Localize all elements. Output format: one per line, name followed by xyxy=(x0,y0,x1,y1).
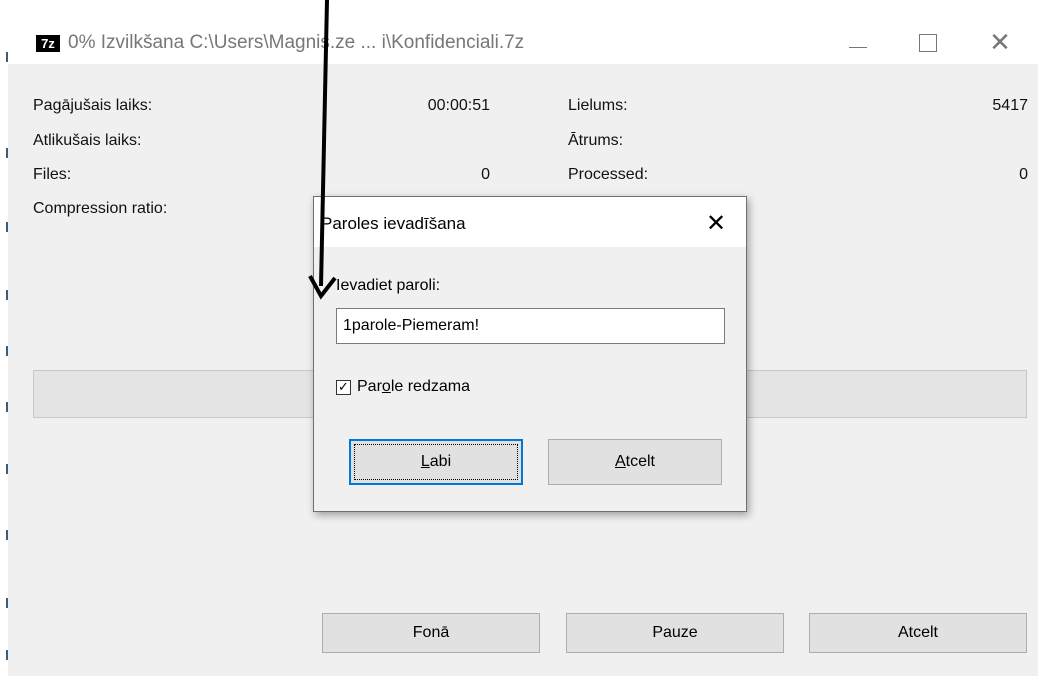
window-title: 0% Izvilkšana C:\Users\Magnis.ze ... i\K… xyxy=(68,32,525,53)
dialog-cancel-button[interactable]: Atcelt xyxy=(548,439,722,485)
processed-label: Processed: xyxy=(568,166,649,183)
remaining-time-label: Atlikušais laiks: xyxy=(33,132,142,149)
minimize-icon xyxy=(849,46,867,48)
pause-button[interactable]: Pauze xyxy=(566,613,784,653)
size-value: 5417 xyxy=(992,97,1028,114)
label-part: le redzama xyxy=(390,378,470,395)
extraction-window: 7z 0% Izvilkšana C:\Users\Magnis.ze ... … xyxy=(0,0,1038,676)
elapsed-time-value: 00:00:51 xyxy=(427,97,490,114)
close-button[interactable]: ✕ xyxy=(976,26,1024,60)
ok-button[interactable]: Labi xyxy=(349,439,523,485)
close-icon: ✕ xyxy=(989,28,1011,58)
password-dialog: Paroles ievadīšana ✕ Ievadiet paroli: ✓ … xyxy=(313,196,747,512)
processed-value: 0 xyxy=(1019,166,1028,183)
label-part: Par xyxy=(357,378,382,395)
password-prompt-label: Ievadiet paroli: xyxy=(336,277,441,294)
7zip-app-icon: 7z xyxy=(36,35,60,52)
background-button[interactable]: Fonā xyxy=(322,613,540,653)
cancel-mnemonic: A xyxy=(614,453,626,470)
edge-mark xyxy=(6,464,8,474)
show-password-checkbox[interactable]: ✓ Parole redzama xyxy=(336,376,470,398)
dialog-title: Paroles ievadīšana xyxy=(321,214,466,233)
maximize-icon xyxy=(919,34,937,52)
speed-label: Ātrums: xyxy=(568,132,624,149)
dialog-close-button[interactable]: ✕ xyxy=(698,209,734,237)
compression-ratio-label: Compression ratio: xyxy=(33,200,168,217)
dialog-title-bar[interactable]: Paroles ievadīšana ✕ xyxy=(314,197,746,247)
ok-mnemonic: L xyxy=(420,453,430,470)
edge-mark xyxy=(6,290,8,300)
ok-button-label: Labi xyxy=(354,444,518,480)
close-icon: ✕ xyxy=(705,209,727,237)
password-input[interactable] xyxy=(336,308,725,344)
ok-label-rest: abi xyxy=(429,453,452,470)
maximize-button[interactable] xyxy=(904,26,952,60)
label-mnemonic: o xyxy=(381,378,391,395)
cancel-label-rest: tcelt xyxy=(625,453,655,470)
elapsed-time-label: Pagājušais laiks: xyxy=(33,97,153,114)
edge-mark xyxy=(6,598,8,608)
edge-mark xyxy=(6,650,8,660)
edge-mark xyxy=(6,402,8,412)
edge-mark xyxy=(6,222,8,232)
edge-mark xyxy=(6,530,8,540)
edge-mark xyxy=(6,148,8,158)
files-value: 0 xyxy=(481,166,490,183)
minimize-button[interactable] xyxy=(834,26,882,60)
files-label: Files: xyxy=(33,166,72,183)
title-bar[interactable]: 7z 0% Izvilkšana C:\Users\Magnis.ze ... … xyxy=(8,0,1038,64)
edge-mark xyxy=(6,346,8,356)
desktop-edge xyxy=(0,0,8,676)
checkmark-icon: ✓ xyxy=(338,379,349,395)
size-label: Lielums: xyxy=(568,97,628,114)
checkbox-box[interactable]: ✓ xyxy=(336,379,351,395)
show-password-label: Parole redzama xyxy=(357,378,470,396)
cancel-button[interactable]: Atcelt xyxy=(809,613,1027,653)
